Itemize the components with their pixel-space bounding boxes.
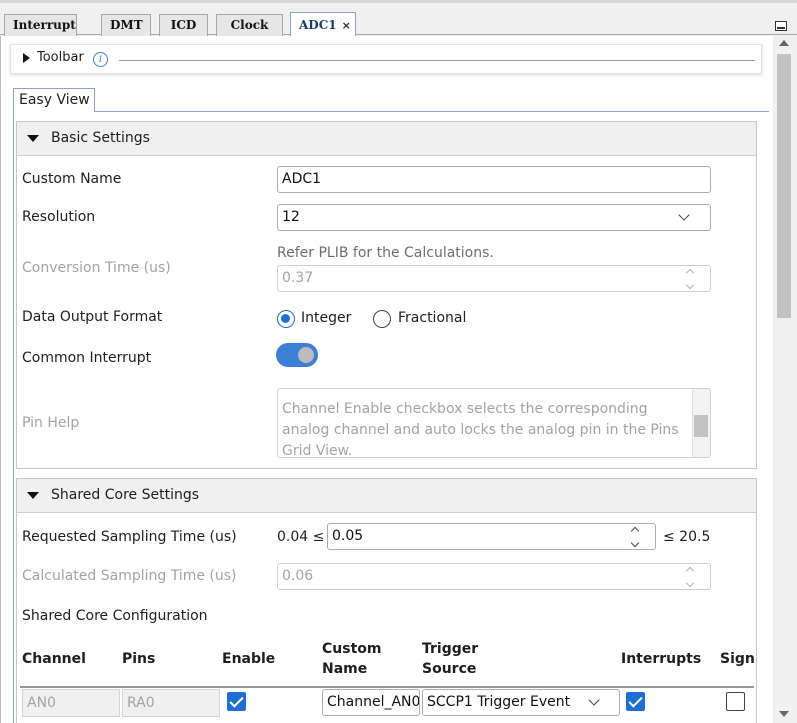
fractional-radio[interactable] [373, 310, 391, 328]
section-title: Basic Settings [51, 130, 150, 146]
scrollbar-thumb[interactable] [777, 54, 791, 318]
custom-name-label: Custom Name [22, 171, 122, 187]
tab-clock-label: Clock [230, 18, 269, 32]
conversion-time-input: 0.37 [277, 265, 711, 292]
common-interrupt-toggle[interactable] [276, 343, 318, 367]
divider [119, 60, 755, 61]
column-header-custom-name: Custom Name [322, 641, 382, 677]
tab-dmt-label: DMT [110, 18, 143, 32]
resolution-select[interactable]: 12 [277, 204, 711, 231]
channel-cell: AN0 [22, 689, 120, 717]
requested-sampling-min: 0.04 ≤ [277, 529, 325, 545]
minimize-icon[interactable] [775, 21, 787, 31]
textarea-scrollbar[interactable] [692, 389, 710, 457]
toolbar-section[interactable]: Toolbar i [10, 44, 762, 74]
column-header-channel: Channel [22, 651, 86, 667]
tab-easy-view-label: Easy View [19, 92, 90, 108]
collapse-caret-icon[interactable] [27, 135, 39, 142]
tab-interrupt-label: Interrupt [13, 18, 76, 32]
integer-radio[interactable] [277, 310, 295, 328]
conversion-time-label: Conversion Time (us) [22, 260, 171, 276]
shared-core-settings-header[interactable]: Shared Core Settings [17, 479, 756, 513]
tab-icd-label: ICD [170, 18, 197, 32]
conversion-hint: Refer PLIB for the Calculations. [277, 245, 494, 261]
tab-icd[interactable]: ICD [159, 14, 208, 36]
scroll-up-arrow-icon[interactable] [779, 40, 789, 46]
enable-checkbox[interactable] [227, 692, 246, 711]
editor-tab-bar: Interrupt DMT ICD Clock ADC1 × [0, 3, 797, 37]
requested-sampling-input[interactable]: 0.05 [327, 523, 656, 550]
interrupts-checkbox[interactable] [626, 692, 645, 711]
custom-name-input[interactable]: ADC1 [277, 166, 711, 193]
resolution-value: 12 [282, 209, 300, 225]
divider [95, 111, 769, 112]
column-header-sign: Sign [720, 651, 754, 667]
close-icon[interactable]: × [342, 19, 351, 32]
shared-core-config-label: Shared Core Configuration [22, 608, 208, 624]
info-icon[interactable]: i [93, 52, 108, 67]
column-header-pins: Pins [122, 651, 156, 667]
column-header-enable: Enable [222, 651, 276, 667]
expand-arrow-icon[interactable] [23, 53, 30, 63]
trigger-source-value: SCCP1 Trigger Event [427, 694, 571, 710]
divider [13, 111, 14, 723]
section-title: Shared Core Settings [51, 487, 200, 503]
tab-adc1[interactable]: ADC1 × [290, 12, 356, 37]
collapse-caret-icon[interactable] [27, 492, 39, 499]
pin-help-text: Channel Enable checkbox selects the corr… [282, 401, 679, 458]
pin-help-textarea[interactable]: Channel Enable checkbox selects the corr… [277, 388, 711, 458]
data-output-format-label: Data Output Format [22, 309, 163, 325]
pin-cell: RA0 [122, 689, 220, 717]
common-interrupt-label: Common Interrupt [22, 350, 152, 366]
fractional-radio-label[interactable]: Fractional [398, 310, 466, 326]
column-header-trigger-source: Trigger Source [422, 641, 479, 677]
basic-settings-header[interactable]: Basic Settings [17, 122, 756, 156]
pin-help-label: Pin Help [22, 415, 80, 431]
column-header-interrupts: Interrupts [621, 651, 702, 667]
tab-easy-view[interactable]: Easy View [13, 88, 95, 112]
scroll-down-arrow-icon[interactable] [779, 711, 789, 717]
table-header-divider [20, 686, 754, 688]
sign-checkbox[interactable] [726, 692, 745, 711]
toolbar-label: Toolbar [37, 50, 84, 65]
tab-dmt[interactable]: DMT [101, 14, 151, 36]
resolution-label: Resolution [22, 209, 96, 225]
tab-interrupt[interactable]: Interrupt [4, 14, 77, 36]
requested-sampling-max: ≤ 20.5 [663, 529, 711, 545]
requested-sampling-label: Requested Sampling Time (us) [22, 529, 237, 545]
tab-adc1-label: ADC1 [299, 18, 337, 32]
calculated-sampling-label: Calculated Sampling Time (us) [22, 568, 237, 584]
calculated-sampling-input: 0.06 [277, 563, 711, 590]
tab-clock[interactable]: Clock [216, 14, 283, 36]
textarea-scrollbar-thumb[interactable] [694, 415, 708, 437]
integer-radio-label[interactable]: Integer [301, 310, 351, 326]
custom-name-cell-input[interactable]: Channel_AN0 [322, 689, 420, 716]
